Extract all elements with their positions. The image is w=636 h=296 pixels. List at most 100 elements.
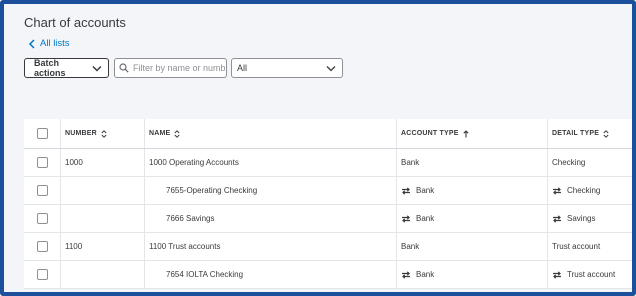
column-divider <box>547 233 548 260</box>
subaccount-icon <box>402 186 410 195</box>
column-header-number[interactable]: NUMBER <box>65 119 107 148</box>
account-type-cell: Bank <box>401 261 434 288</box>
row-checkbox[interactable] <box>36 213 48 224</box>
detail-type-cell: Checking <box>552 177 600 204</box>
detail-type: Trust account <box>552 242 601 251</box>
detail-type: Trust account <box>567 270 616 279</box>
row-select-cell <box>24 205 60 232</box>
column-divider <box>547 177 548 204</box>
app-frame: Chart of accounts All lists Batch action… <box>0 0 636 296</box>
column-divider <box>144 177 145 204</box>
table-row[interactable]: 7655-Operating Checking Bank Checking <box>24 177 632 205</box>
column-divider <box>60 119 61 148</box>
row-checkbox[interactable] <box>36 241 48 252</box>
subaccount-icon <box>402 270 410 279</box>
sort-icon <box>101 129 107 138</box>
search-icon <box>119 63 129 73</box>
column-divider <box>60 233 61 260</box>
column-divider <box>396 149 397 176</box>
row-select-cell <box>24 177 60 204</box>
sort-ascending-icon <box>463 129 469 137</box>
row-checkbox[interactable] <box>36 157 48 168</box>
column-divider <box>547 205 548 232</box>
table-body: 1000 1000 Operating Accounts Bank Checking 7… <box>24 149 632 289</box>
account-name[interactable]: 1000 Operating Accounts <box>149 149 239 176</box>
row-select-cell <box>24 233 60 260</box>
column-divider <box>60 149 61 176</box>
detail-type-cell: Savings <box>552 205 595 232</box>
account-name[interactable]: 7654 IOLTA Checking <box>149 261 243 288</box>
account-type: Bank <box>416 186 435 195</box>
page-title: Chart of accounts <box>24 15 126 30</box>
column-divider <box>547 119 548 148</box>
column-header-account-type-label: ACCOUNT TYPE <box>401 130 459 137</box>
account-type-cell: Bank <box>401 177 434 204</box>
column-header-name[interactable]: NAME <box>149 119 180 148</box>
search-box[interactable] <box>114 58 227 78</box>
select-all-checkbox[interactable] <box>36 128 48 139</box>
column-header-detail-type[interactable]: DETAIL TYPE <box>552 119 609 148</box>
column-header-number-label: NUMBER <box>65 130 97 137</box>
column-divider <box>396 177 397 204</box>
account-name[interactable]: 7666 Savings <box>149 205 214 232</box>
type-filter-value: All <box>237 63 248 73</box>
account-name[interactable]: 1100 Trust accounts <box>149 233 220 260</box>
all-lists-link[interactable]: All lists <box>28 38 70 49</box>
account-type-cell: Bank <box>401 205 434 232</box>
column-header-name-label: NAME <box>149 130 171 137</box>
subaccount-icon <box>402 214 410 223</box>
column-divider <box>396 205 397 232</box>
column-divider <box>144 261 145 288</box>
table-row[interactable]: 7654 IOLTA Checking Bank Trust account <box>24 261 632 289</box>
account-number: 1100 <box>65 242 83 251</box>
subaccount-icon <box>553 214 561 223</box>
detail-type: Savings <box>567 214 596 223</box>
subaccount-icon <box>553 270 561 279</box>
column-divider <box>396 233 397 260</box>
all-lists-label[interactable]: All lists <box>40 38 70 49</box>
table-row[interactable]: 1000 1000 Operating Accounts Bank Checking <box>24 149 632 177</box>
batch-actions-label[interactable]: Batch actions <box>34 58 92 78</box>
row-checkbox[interactable] <box>36 269 48 280</box>
account-type-filter-select[interactable]: All <box>231 58 343 78</box>
sort-icon <box>174 129 180 138</box>
column-header-account-type[interactable]: ACCOUNT TYPE <box>401 119 469 148</box>
column-divider <box>60 261 61 288</box>
chevron-left-icon <box>28 38 35 49</box>
table-row[interactable]: 7666 Savings Bank Savings <box>24 205 632 233</box>
column-divider <box>396 119 397 148</box>
column-header-detail-type-label: DETAIL TYPE <box>552 130 600 137</box>
column-divider <box>144 149 145 176</box>
chevron-down-icon <box>326 65 336 71</box>
subaccount-icon <box>553 186 561 195</box>
account-type: Bank <box>401 242 420 251</box>
table-header-row: NUMBER NAME ACCOUNT TYPE DETAIL TYPE <box>24 119 632 149</box>
detail-type-cell: Checking <box>552 149 585 176</box>
detail-type: Checking <box>567 186 601 195</box>
select-all-cell <box>24 119 60 148</box>
search-input[interactable] <box>133 63 225 73</box>
sort-icon <box>603 129 609 138</box>
account-type: Bank <box>416 214 435 223</box>
batch-actions-button[interactable]: Batch actions <box>24 58 109 78</box>
account-name[interactable]: 7655-Operating Checking <box>149 177 257 204</box>
column-divider <box>144 119 145 148</box>
accounts-table: NUMBER NAME ACCOUNT TYPE DETAIL TYPE 100… <box>24 119 632 289</box>
account-type-cell: Bank <box>401 233 419 260</box>
detail-type-cell: Trust account <box>552 233 600 260</box>
table-row[interactable]: 1100 1100 Trust accounts Bank Trust account <box>24 233 632 261</box>
account-type: Bank <box>401 158 420 167</box>
account-number: 1000 <box>65 158 83 167</box>
row-select-cell <box>24 261 60 288</box>
column-divider <box>60 205 61 232</box>
column-divider <box>396 261 397 288</box>
column-divider <box>144 205 145 232</box>
row-select-cell <box>24 149 60 176</box>
column-divider <box>547 149 548 176</box>
row-checkbox[interactable] <box>36 185 48 196</box>
account-type: Bank <box>416 270 435 279</box>
detail-type: Checking <box>552 158 586 167</box>
chevron-down-icon <box>92 65 102 72</box>
account-type-cell: Bank <box>401 149 419 176</box>
detail-type-cell: Trust account <box>552 261 615 288</box>
